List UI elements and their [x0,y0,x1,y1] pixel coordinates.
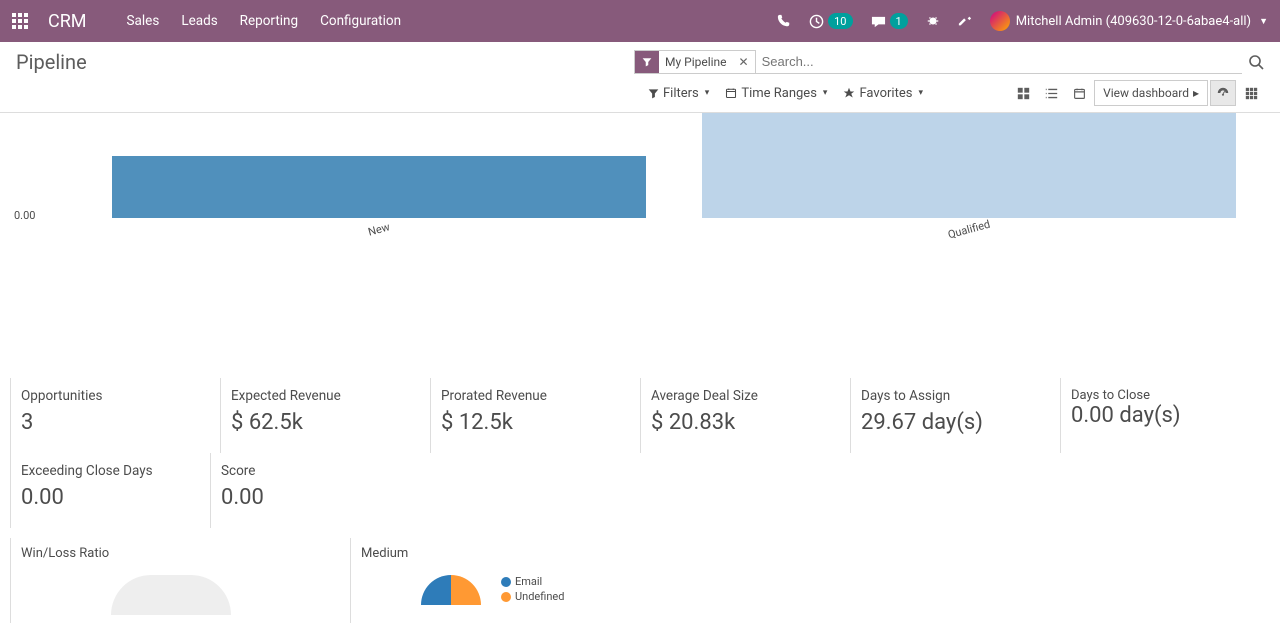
kpi-row-2: Exceeding Close Days0.00 Score0.00 [10,453,1270,528]
kpi-exceeding-close-days[interactable]: Exceeding Close Days0.00 [10,453,210,528]
pipeline-bar-chart: 0.00 New Qualified [60,113,1264,298]
filter-buttons: Filters▾ Time Ranges▾ Favorites▾ [648,86,923,101]
debug-icon[interactable] [926,14,940,28]
user-menu[interactable]: Mitchell Admin (409630-12-0-6abae4-all) … [990,11,1268,31]
dashboard-main: 0.00 New Qualified Opportunities3 Expect… [0,112,1280,623]
kanban-view-button[interactable] [1010,80,1036,106]
timeranges-dropdown[interactable]: Time Ranges▾ [725,86,827,101]
dashboard-view-button[interactable] [1210,80,1236,106]
view-dashboard-tooltip: View dashboard▸ [1094,80,1208,106]
legend-email[interactable]: Email [501,575,564,588]
activity-icon[interactable]: 10 [809,13,852,29]
calendar-view-button[interactable] [1066,80,1092,106]
top-navbar: CRM Sales Leads Reporting Configuration … [0,0,1280,42]
bar-new [112,156,646,218]
medium-legend: Email Undefined [501,575,564,605]
activity-badge: 10 [828,13,852,29]
messages-badge: 1 [890,13,908,29]
medium-chart: Medium Email Undefined [350,538,1270,623]
sub-charts-row: Win/Loss Ratio Medium Email Undefined [10,538,1270,623]
nav-leads[interactable]: Leads [181,13,217,29]
systray: 10 1 Mitchell Admin (409630-12-0-6abae4-… [777,11,1268,31]
search-input[interactable] [756,50,1242,74]
phone-icon[interactable] [777,14,791,28]
facet-label: My Pipeline [659,51,733,73]
bar-qualified [702,113,1236,218]
facet-remove[interactable]: ✕ [733,51,755,73]
search-facet: My Pipeline ✕ [634,50,756,74]
avatar [990,11,1010,31]
dev-tools-icon[interactable] [958,14,972,28]
y-tick-label: 0.00 [14,209,35,222]
kpi-average-deal-size[interactable]: Average Deal Size$ 20.83k [640,378,850,453]
kpi-days-to-close[interactable]: Days to Close0.00 day(s) [1060,378,1270,453]
search-icon[interactable] [1248,54,1264,70]
kpi-days-to-assign[interactable]: Days to Assign29.67 day(s) [850,378,1060,453]
page-title: Pipeline [16,50,87,74]
caret-down-icon: ▼ [1259,16,1268,27]
kpi-prorated-revenue[interactable]: Prorated Revenue$ 12.5k [430,378,640,453]
favorites-dropdown[interactable]: Favorites▾ [843,86,923,101]
list-view-button[interactable] [1038,80,1064,106]
kpi-opportunities[interactable]: Opportunities3 [10,378,220,453]
nav-reporting[interactable]: Reporting [240,13,298,29]
nav-sales[interactable]: Sales [127,13,160,29]
user-name: Mitchell Admin (409630-12-0-6abae4-all) [1016,14,1251,29]
kpi-expected-revenue[interactable]: Expected Revenue$ 62.5k [220,378,430,453]
kpi-row-1: Opportunities3 Expected Revenue$ 62.5k P… [10,378,1270,453]
legend-undefined[interactable]: Undefined [501,590,564,603]
app-brand[interactable]: CRM [48,11,87,32]
nav-configuration[interactable]: Configuration [320,13,401,29]
winloss-chart: Win/Loss Ratio [10,538,330,623]
apps-icon[interactable] [12,13,28,29]
medium-donut [421,575,481,605]
kpi-score[interactable]: Score0.00 [210,453,410,528]
messages-icon[interactable]: 1 [871,13,908,29]
nav-menu: Sales Leads Reporting Configuration [127,13,402,29]
winloss-pie-placeholder [111,575,231,615]
filter-icon [635,51,659,73]
other-view-button[interactable] [1238,80,1264,106]
view-switcher: View dashboard▸ [1010,80,1264,106]
control-panel: Pipeline My Pipeline ✕ Filters▾ Tim [0,42,1280,112]
search-bar: My Pipeline ✕ [634,50,1264,74]
filters-dropdown[interactable]: Filters▾ [648,86,709,101]
